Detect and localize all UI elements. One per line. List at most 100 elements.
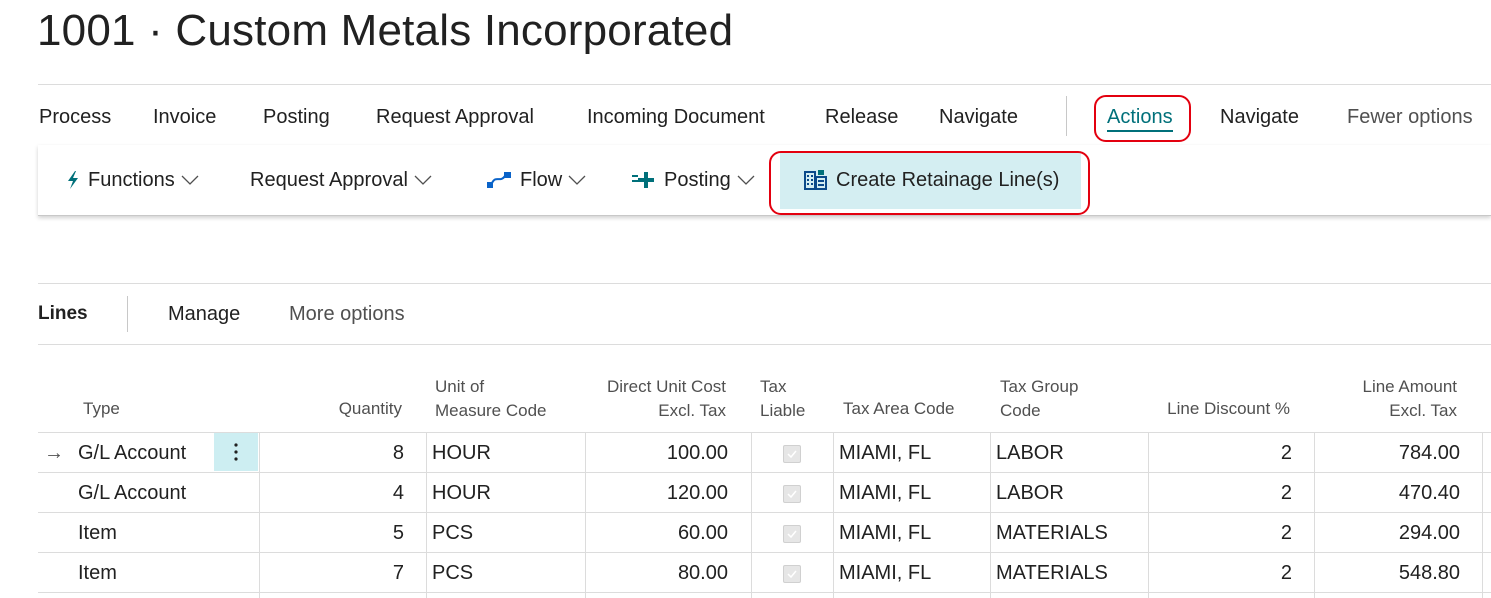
action-process[interactable]: Process [39, 100, 111, 134]
cell-quantity[interactable]: 8 [330, 434, 404, 472]
col-liable-line1[interactable]: Tax [760, 375, 786, 399]
title-divider [38, 84, 1491, 85]
col-cost-line2[interactable]: Excl. Tax [580, 399, 726, 423]
more-vertical-icon [234, 443, 238, 461]
post-icon [632, 172, 654, 188]
cell-discount[interactable]: 2 [1200, 434, 1292, 472]
action-incoming-document[interactable]: Incoming Document [587, 100, 765, 134]
cell-type[interactable]: G/L Account [78, 474, 186, 512]
lightning-icon [68, 171, 78, 189]
fewer-options-button[interactable]: Fewer options [1347, 100, 1473, 134]
row-actions-ellipsis[interactable] [214, 433, 258, 471]
flow-label: Flow [520, 169, 563, 191]
col-divider [259, 432, 260, 598]
annotation-retainage-highlight [769, 151, 1090, 215]
checkmark-icon [787, 530, 797, 539]
col-tax-area[interactable]: Tax Area Code [843, 397, 955, 421]
request-approval-menu[interactable]: Request Approval [250, 163, 440, 197]
cell-cost[interactable]: 60.00 [600, 514, 728, 552]
lines-separator [127, 296, 128, 332]
action-request-approval[interactable]: Request Approval [376, 100, 534, 134]
col-line-discount[interactable]: Line Discount % [1150, 397, 1290, 421]
cell-discount[interactable]: 2 [1200, 474, 1292, 512]
cell-quantity[interactable]: 5 [330, 514, 404, 552]
cell-discount[interactable]: 2 [1200, 554, 1292, 592]
col-divider [751, 432, 752, 598]
functions-menu[interactable]: Functions [66, 163, 207, 197]
cell-uom[interactable]: HOUR [432, 434, 491, 472]
row-divider [38, 512, 1491, 513]
col-divider [1314, 432, 1315, 598]
chevron-down-icon [568, 175, 586, 185]
request-approval-label: Request Approval [250, 169, 408, 191]
cell-amount[interactable]: 784.00 [1340, 434, 1460, 472]
cell-tax-group[interactable]: MATERIALS [996, 554, 1108, 592]
cell-uom[interactable]: PCS [432, 514, 473, 552]
cell-quantity[interactable]: 7 [330, 554, 404, 592]
cell-discount[interactable]: 2 [1200, 514, 1292, 552]
cell-amount[interactable]: 470.40 [1340, 474, 1460, 512]
col-amount-line2[interactable]: Excl. Tax [1320, 399, 1457, 423]
cell-tax-area[interactable]: MIAMI, FL [839, 554, 931, 592]
flow-menu[interactable]: Flow [486, 163, 594, 197]
cell-cost[interactable]: 80.00 [600, 554, 728, 592]
col-divider [585, 432, 586, 598]
more-options-button[interactable]: More options [289, 296, 405, 332]
col-amount-line1[interactable]: Line Amount [1320, 375, 1457, 399]
cell-tax-area[interactable]: MIAMI, FL [839, 434, 931, 472]
tax-liable-checkbox[interactable] [783, 525, 801, 543]
row-divider [38, 592, 1491, 593]
col-quantity[interactable]: Quantity [312, 397, 402, 421]
cell-type[interactable]: G/L Account [78, 434, 186, 472]
cell-type[interactable]: Item [78, 554, 117, 592]
action-navigate-secondary[interactable]: Navigate [1220, 100, 1299, 134]
functions-label: Functions [88, 169, 175, 191]
lines-action-bar: Lines Manage More options [0, 296, 1491, 332]
cell-quantity[interactable]: 4 [330, 474, 404, 512]
cell-cost[interactable]: 100.00 [600, 434, 728, 472]
manage-button[interactable]: Manage [168, 296, 240, 332]
cell-amount[interactable]: 294.00 [1340, 514, 1460, 552]
col-divider [990, 432, 991, 598]
page-title: 1001 · Custom Metals Incorporated [37, 6, 734, 55]
chevron-down-icon [737, 175, 755, 185]
cell-type[interactable]: Item [78, 514, 117, 552]
col-liable-line2[interactable]: Liable [760, 399, 805, 423]
lines-bottom-divider [38, 344, 1491, 345]
col-divider [833, 432, 834, 598]
cell-uom[interactable]: HOUR [432, 474, 491, 512]
action-invoice[interactable]: Invoice [153, 100, 216, 134]
tax-liable-checkbox[interactable] [783, 565, 801, 583]
tax-liable-checkbox[interactable] [783, 445, 801, 463]
col-divider [1482, 432, 1483, 598]
col-group-line2[interactable]: Code [1000, 399, 1041, 423]
col-cost-line1[interactable]: Direct Unit Cost [580, 375, 726, 399]
col-uom-line1[interactable]: Unit of [435, 375, 484, 399]
cell-amount[interactable]: 548.80 [1340, 554, 1460, 592]
col-uom-line2[interactable]: Measure Code [435, 399, 547, 423]
action-navigate[interactable]: Navigate [939, 100, 1018, 134]
cell-tax-group[interactable]: LABOR [996, 434, 1064, 472]
flow-icon [487, 172, 511, 188]
cell-tax-group[interactable]: MATERIALS [996, 514, 1108, 552]
checkmark-icon [787, 570, 797, 579]
current-row-arrow-icon: → [44, 442, 64, 464]
tax-liable-checkbox[interactable] [783, 485, 801, 503]
action-bar: Process Invoice Posting Request Approval… [0, 96, 1491, 136]
checkmark-icon [787, 490, 797, 499]
row-divider [38, 472, 1491, 473]
cell-uom[interactable]: PCS [432, 554, 473, 592]
cell-tax-area[interactable]: MIAMI, FL [839, 474, 931, 512]
row-divider [38, 552, 1491, 553]
cell-tax-group[interactable]: LABOR [996, 474, 1064, 512]
posting-menu[interactable]: Posting [632, 163, 763, 197]
col-type[interactable]: Type [83, 397, 120, 421]
annotation-actions-highlight [1094, 95, 1191, 142]
col-group-line1[interactable]: Tax Group [1000, 375, 1078, 399]
posting-label: Posting [664, 169, 731, 191]
cell-tax-area[interactable]: MIAMI, FL [839, 514, 931, 552]
action-bar-separator [1066, 96, 1067, 136]
action-posting[interactable]: Posting [263, 100, 330, 134]
action-release[interactable]: Release [825, 100, 898, 134]
cell-cost[interactable]: 120.00 [600, 474, 728, 512]
